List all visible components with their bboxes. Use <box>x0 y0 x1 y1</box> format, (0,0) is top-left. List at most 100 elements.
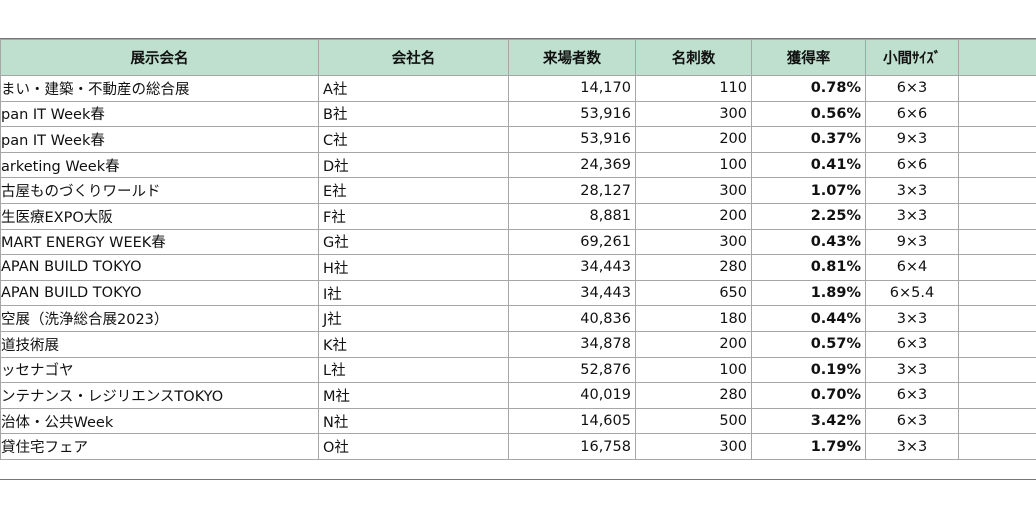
blank-cell[interactable] <box>958 254 1036 281</box>
visitors-cell[interactable]: 40,836 <box>508 305 636 332</box>
booth-size-cell[interactable]: 6×3 <box>865 330 959 358</box>
exhibition-name-cell[interactable]: ッセナゴヤ <box>0 356 319 384</box>
booth-size-cell[interactable]: 3×3 <box>865 177 959 204</box>
company-cell[interactable]: L社 <box>318 356 509 384</box>
blank-cell[interactable] <box>958 382 1036 409</box>
header-blank[interactable] <box>958 39 1036 76</box>
exhibition-name-cell[interactable]: 空展（洗浄総合展2023） <box>0 305 319 332</box>
cards-cell[interactable]: 200 <box>635 126 752 153</box>
visitors-cell[interactable]: 16,758 <box>508 433 636 460</box>
header-visitors[interactable]: 来場者数 <box>508 39 636 76</box>
exhibition-name-cell[interactable]: pan IT Week春 <box>0 100 319 128</box>
booth-size-cell[interactable]: 9×3 <box>865 126 959 153</box>
booth-size-cell[interactable]: 3×3 <box>865 433 959 460</box>
blank-cell[interactable] <box>958 433 1036 460</box>
blank-cell[interactable] <box>958 151 1036 179</box>
exhibition-name-cell[interactable]: まい・建築・不動産の総合展 <box>0 75 319 102</box>
booth-size-cell[interactable]: 6×4 <box>865 254 959 281</box>
visitors-cell[interactable]: 40,019 <box>508 382 636 409</box>
visitors-cell[interactable]: 53,916 <box>508 126 636 153</box>
cards-cell[interactable]: 300 <box>635 100 752 128</box>
company-cell[interactable]: D社 <box>318 151 509 179</box>
cards-cell[interactable]: 300 <box>635 228 752 256</box>
company-cell[interactable]: G社 <box>318 228 509 256</box>
cards-cell[interactable]: 180 <box>635 305 752 332</box>
exhibition-name-cell[interactable]: 貸住宅フェア <box>0 433 319 460</box>
visitors-cell[interactable]: 14,170 <box>508 75 636 102</box>
blank-cell[interactable] <box>958 177 1036 204</box>
rate-cell[interactable]: 0.78% <box>751 75 866 102</box>
blank-cell[interactable] <box>958 228 1036 256</box>
header-exhibition-name[interactable]: 展示会名 <box>0 39 319 76</box>
company-cell[interactable]: J社 <box>318 305 509 332</box>
rate-cell[interactable]: 0.56% <box>751 100 866 128</box>
company-cell[interactable]: F社 <box>318 202 509 230</box>
exhibition-name-cell[interactable]: 道技術展 <box>0 330 319 358</box>
header-acquisition-rate[interactable]: 獲得率 <box>751 39 866 76</box>
visitors-cell[interactable]: 24,369 <box>508 151 636 179</box>
rate-cell[interactable]: 0.57% <box>751 330 866 358</box>
blank-cell[interactable] <box>958 330 1036 358</box>
company-cell[interactable]: N社 <box>318 407 509 435</box>
header-business-cards[interactable]: 名刺数 <box>635 39 752 76</box>
company-cell[interactable]: C社 <box>318 126 509 153</box>
rate-cell[interactable]: 0.37% <box>751 126 866 153</box>
booth-size-cell[interactable]: 6×3 <box>865 382 959 409</box>
blank-cell[interactable] <box>958 202 1036 230</box>
rate-cell[interactable]: 0.81% <box>751 254 866 281</box>
exhibition-name-cell[interactable]: pan IT Week春 <box>0 126 319 153</box>
company-cell[interactable]: E社 <box>318 177 509 204</box>
cards-cell[interactable]: 200 <box>635 202 752 230</box>
rate-cell[interactable]: 3.42% <box>751 407 866 435</box>
blank-cell[interactable] <box>958 75 1036 102</box>
rate-cell[interactable]: 0.43% <box>751 228 866 256</box>
blank-cell[interactable] <box>958 126 1036 153</box>
company-cell[interactable]: K社 <box>318 330 509 358</box>
visitors-cell[interactable]: 8,881 <box>508 202 636 230</box>
visitors-cell[interactable]: 34,878 <box>508 330 636 358</box>
booth-size-cell[interactable]: 6×6 <box>865 151 959 179</box>
cards-cell[interactable]: 280 <box>635 382 752 409</box>
header-booth-size[interactable]: 小間ｻｲｽﾞ <box>865 39 959 76</box>
blank-cell[interactable] <box>958 100 1036 128</box>
cards-cell[interactable]: 200 <box>635 330 752 358</box>
rate-cell[interactable]: 0.70% <box>751 382 866 409</box>
exhibition-name-cell[interactable]: arketing Week春 <box>0 151 319 179</box>
exhibition-name-cell[interactable]: 生医療EXPO大阪 <box>0 202 319 230</box>
blank-cell[interactable] <box>958 356 1036 384</box>
company-cell[interactable]: B社 <box>318 100 509 128</box>
booth-size-cell[interactable]: 6×5.4 <box>865 279 959 307</box>
visitors-cell[interactable]: 34,443 <box>508 279 636 307</box>
rate-cell[interactable]: 0.44% <box>751 305 866 332</box>
cards-cell[interactable]: 650 <box>635 279 752 307</box>
visitors-cell[interactable]: 52,876 <box>508 356 636 384</box>
cards-cell[interactable]: 100 <box>635 356 752 384</box>
booth-size-cell[interactable]: 3×3 <box>865 202 959 230</box>
exhibition-name-cell[interactable]: APAN BUILD TOKYO <box>0 254 319 281</box>
rate-cell[interactable]: 1.89% <box>751 279 866 307</box>
blank-cell[interactable] <box>958 407 1036 435</box>
cards-cell[interactable]: 100 <box>635 151 752 179</box>
visitors-cell[interactable]: 14,605 <box>508 407 636 435</box>
visitors-cell[interactable]: 28,127 <box>508 177 636 204</box>
rate-cell[interactable]: 1.07% <box>751 177 866 204</box>
blank-cell[interactable] <box>958 279 1036 307</box>
visitors-cell[interactable]: 69,261 <box>508 228 636 256</box>
cards-cell[interactable]: 280 <box>635 254 752 281</box>
booth-size-cell[interactable]: 3×3 <box>865 305 959 332</box>
company-cell[interactable]: H社 <box>318 254 509 281</box>
company-cell[interactable]: O社 <box>318 433 509 460</box>
visitors-cell[interactable]: 34,443 <box>508 254 636 281</box>
booth-size-cell[interactable]: 6×3 <box>865 75 959 102</box>
rate-cell[interactable]: 0.19% <box>751 356 866 384</box>
booth-size-cell[interactable]: 6×6 <box>865 100 959 128</box>
header-company-name[interactable]: 会社名 <box>318 39 509 76</box>
cards-cell[interactable]: 300 <box>635 433 752 460</box>
visitors-cell[interactable]: 53,916 <box>508 100 636 128</box>
company-cell[interactable]: I社 <box>318 279 509 307</box>
cards-cell[interactable]: 110 <box>635 75 752 102</box>
blank-cell[interactable] <box>958 305 1036 332</box>
booth-size-cell[interactable]: 6×3 <box>865 407 959 435</box>
rate-cell[interactable]: 0.41% <box>751 151 866 179</box>
exhibition-name-cell[interactable]: APAN BUILD TOKYO <box>0 279 319 307</box>
